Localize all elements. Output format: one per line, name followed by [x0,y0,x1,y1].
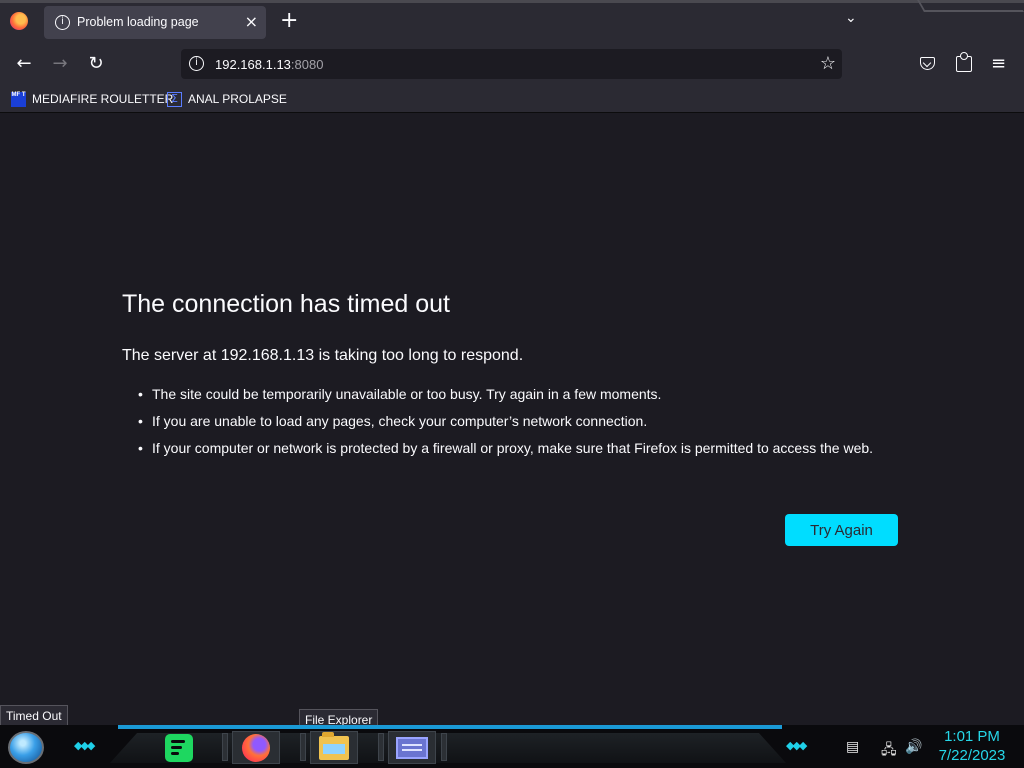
taskbar: ◆◆◆ ◆◆◆ ▤ 🖧 🔊 1:01 PM 7/22/2023 [0,725,1024,768]
try-again-button[interactable]: Try Again [785,514,898,546]
volume-icon[interactable]: 🔊 [905,739,922,755]
taskbar-separator [222,733,228,761]
bookmark-mediafire[interactable]: MF T MEDIAFIRE ROULETTER [11,90,173,108]
back-button[interactable]: ← [12,53,36,77]
mediafire-icon: MF T [11,91,26,107]
taskbar-track [110,733,786,763]
bookmarks-toolbar: MF T MEDIAFIRE ROULETTER Σ ANAL PROLAPSE [0,84,1024,113]
clock-time[interactable]: 1:01 PM [936,728,1008,745]
bookmark-label: ANAL PROLAPSE [188,92,287,106]
error-page: The connection has timed out The server … [0,113,1024,725]
network-icon[interactable]: 🖧 [881,739,897,763]
bookmark-label: MEDIAFIRE ROULETTER [32,92,174,106]
bookmark-star-icon[interactable]: ☆ [820,53,836,74]
taskbar-glow [118,725,782,729]
taskbar-app-window[interactable] [388,731,436,764]
reload-button[interactable]: ↻ [84,53,108,77]
folder-icon [319,731,349,760]
start-button[interactable] [8,731,44,764]
pocket-icon[interactable] [920,57,935,70]
forward-button[interactable]: → [48,53,72,77]
url-port: :8080 [290,57,324,72]
info-icon: i [55,15,70,30]
site-info-icon[interactable]: i [189,56,204,71]
taskbar-app-file-explorer[interactable] [310,731,358,764]
navigation-bar: ← → ↻ i 192.168.1.13:8080 ☆ ≡ [0,44,1024,84]
taskbar-separator [441,733,447,761]
firefox-icon [242,733,270,762]
close-tab-icon[interactable]: × [245,12,258,31]
taskbar-separator [300,733,306,761]
clock-date[interactable]: 7/22/2023 [932,747,1012,764]
list-item: If your computer or network is protected… [138,438,898,458]
status-tooltip: Timed Out [0,705,68,727]
taskbar-app-spotify[interactable] [155,731,203,764]
taskbar-separator [378,733,384,761]
error-suggestions: The site could be temporarily unavailabl… [138,384,898,465]
menu-icon[interactable]: ≡ [991,53,1006,74]
show-hidden-icons[interactable]: ▤ [846,739,859,755]
error-title: The connection has timed out [122,290,450,318]
sigma-icon: Σ [167,91,182,107]
spotify-icon [165,733,193,762]
url-text[interactable]: 192.168.1.13:8080 [215,57,323,72]
tab-title: Problem loading page [77,15,199,29]
chevron-down-icon[interactable]: ⌄ [845,10,857,26]
chevrons-icon: ◆◆◆ [74,739,95,752]
extensions-icon[interactable] [956,52,972,72]
list-item: If you are unable to load any pages, che… [138,411,898,431]
firefox-view-icon[interactable] [10,12,28,30]
window-corner-decoration [917,0,1024,12]
error-description: The server at 192.168.1.13 is taking too… [122,347,524,364]
url-bar[interactable]: i 192.168.1.13:8080 ☆ [181,49,842,79]
window-top-border [0,0,1024,3]
chevrons-icon: ◆◆◆ [786,739,807,752]
taskbar-app-firefox[interactable] [232,731,280,764]
new-tab-icon[interactable]: + [280,9,298,33]
list-item: The site could be temporarily unavailabl… [138,384,898,404]
window-icon [396,736,428,759]
bookmark-second[interactable]: Σ ANAL PROLAPSE [167,90,287,108]
tab-problem-loading[interactable]: i Problem loading page × [44,6,266,39]
url-host: 192.168.1.13 [215,57,291,72]
tab-strip: i Problem loading page × + ⌄ [0,0,1024,44]
